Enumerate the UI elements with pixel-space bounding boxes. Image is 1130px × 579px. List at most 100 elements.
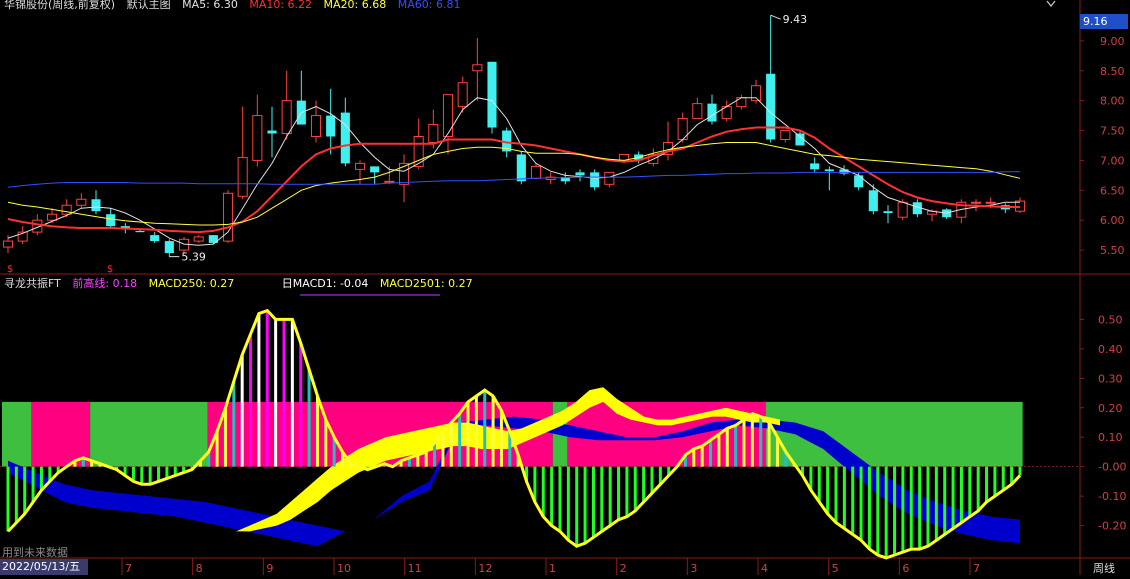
indicator-header: 寻龙共振FT 前高线: 0.18 MACD250: 0.27 日MACD1: -… [4,275,481,291]
candle-body [472,64,483,72]
price-annotation: 9.43 [783,13,808,26]
indicator-tick-label: -0.10 [1098,490,1126,503]
price-tick-label: 8.00 [1100,95,1125,108]
candle-body [780,130,791,140]
candle-body [590,172,600,188]
candle-body [150,235,160,242]
annotation-pointer [770,14,781,20]
candle-body [897,201,908,218]
macd250-label: MACD250: [148,277,207,290]
candle-body [428,124,439,143]
candle-body [340,112,350,164]
candle-body [281,100,292,135]
indicator-tick-label: 0.50 [1098,313,1123,326]
candle-body [516,154,526,182]
indicator-tick-label: 0.40 [1098,343,1123,356]
month-label: 1 [549,562,556,575]
month-label: 8 [196,562,203,575]
price-tick-label: 5.50 [1100,244,1125,257]
candle-body [2,240,14,248]
candle-body [839,169,849,174]
macd2501-value: 0.27 [448,277,473,290]
ma20-value: 6.68 [361,0,387,11]
prev-high-value: 0.18 [112,277,138,290]
candle-body [164,241,174,254]
main-chart-header: 华锦股份(周线,前复权) 默认主图 MA5: 6.30 MA10: 6.22 M… [4,0,468,12]
macd2501-label: MACD2501: [379,277,445,290]
price-tick-label: 6.50 [1100,184,1125,197]
ma5-legend: MA5: 6.30 [182,0,238,11]
month-label: 3 [690,562,697,575]
ma60-value: 6.81 [435,0,461,11]
candle-body [530,165,542,179]
candle-body [91,199,101,212]
candle-body [707,103,717,122]
price-tick-label: 8.50 [1100,65,1125,78]
month-label: 7 [973,562,980,575]
month-label: 5 [832,562,839,575]
ma60-label: MA60: [397,0,433,11]
ma60-legend: MA60: 6.81 [398,0,461,11]
ma20-label: MA20: [323,0,359,11]
month-label: 12 [478,562,492,575]
current-price-badge: 9.16 [1080,14,1128,29]
candle-body [61,204,72,215]
axes: 5.50 6.00 6.50 7.00 7.50 8.00 8.50 9.00 0.50 0.40… [7,35,1126,575]
month-label: 4 [761,562,768,575]
month-label: 11 [408,562,422,575]
price-tick-label: 9.00 [1100,35,1125,48]
indicator-tick-label: 0.30 [1098,372,1123,385]
indicator-tick-label: 0.20 [1098,402,1123,415]
candle-body [487,61,497,128]
macd250-value: 0.27 [209,277,235,290]
prev-high-legend: 前高线: 0.18 [72,277,137,290]
candle-body [354,162,366,170]
candle-body [575,172,585,176]
candle-body [222,192,234,242]
candle-body [692,103,703,120]
month-label: 10 [337,562,351,575]
ma5-label: MA5: [182,0,210,11]
candle-body [326,115,336,137]
candle-body [604,171,615,185]
price-tick-label: 7.00 [1100,154,1125,167]
ma5-value: 6.30 [213,0,238,11]
indicator-tick-label: -0.00 [1098,461,1126,474]
price-plot: 9.43 5.39 [2,13,1026,264]
ma10-value: 6.22 [287,0,313,11]
candle-body [766,73,776,140]
template-name[interactable]: 默认主图 [127,0,171,11]
indicator-tick-label: 0.10 [1098,431,1123,444]
candle-body [457,82,468,108]
price-tick-label: 7.50 [1100,125,1125,138]
candle-body [970,201,982,204]
ma-line-ma10 [7,126,1020,234]
signal-marker: $ [107,264,113,275]
ma10-label: MA10: [249,0,285,11]
candle-body [106,214,116,227]
candle-body [883,211,893,214]
chevron-down-icon[interactable] [1046,0,1056,8]
candle-body [193,236,204,242]
price-tick-label: 6.00 [1100,214,1125,227]
candle-body [310,115,322,138]
candle-body [76,198,87,206]
indicator-name[interactable]: 寻龙共振FT [4,277,61,290]
candle-body [135,230,145,233]
month-label: 2 [620,562,627,575]
macd250-legend: MACD250: 0.27 [149,277,235,290]
candle-body [267,130,277,134]
month-label: 9 [266,562,273,575]
candle-body [810,163,820,170]
stock-title[interactable]: 华锦股份(周线,前复权) [4,0,115,11]
day-macd1-label: 日MACD1: [281,277,337,290]
candle-body [46,213,58,221]
macd2501-legend: MACD2501: 0.27 [380,277,473,290]
candle-body [736,97,747,108]
candle-body [384,180,395,183]
period-label[interactable]: 周线 [1093,560,1115,576]
candle-body [442,94,454,138]
candle-body [985,201,996,204]
candle-body [854,175,864,188]
candle-body [252,115,263,161]
